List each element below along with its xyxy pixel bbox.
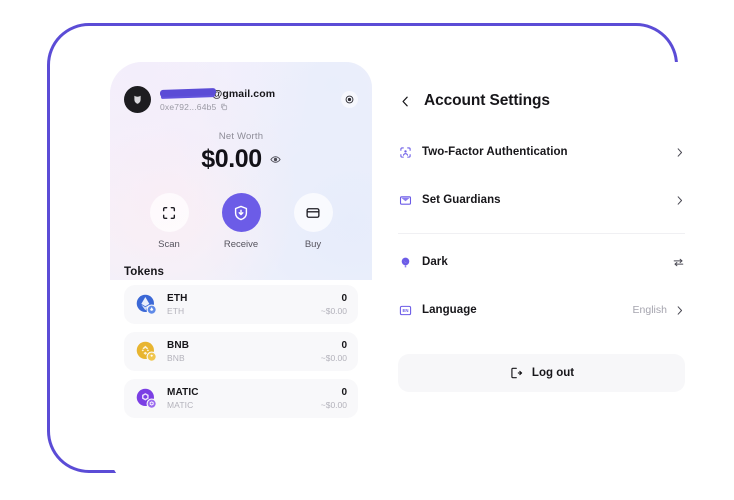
action-buy-label: Buy bbox=[304, 239, 322, 250]
token-fiat-value: ~$0.00 bbox=[320, 306, 347, 316]
device-frame: @gmail.com 0xe792...64b5 Net Worth $0.00… bbox=[47, 23, 715, 486]
account-header[interactable]: @gmail.com 0xe792...64b5 bbox=[110, 62, 372, 113]
swap-toggle-icon[interactable] bbox=[672, 256, 685, 269]
eth-token-icon bbox=[136, 294, 157, 315]
net-worth-value: $0.00 bbox=[201, 145, 262, 173]
avatar-shield-icon bbox=[134, 95, 141, 104]
token-list: ETH ETH 0 ~$0.00 BNB BNB 0 ~$0.00 MATIC … bbox=[110, 278, 372, 418]
account-email: @gmail.com bbox=[160, 88, 341, 100]
token-fiat-value: ~$0.00 bbox=[320, 400, 347, 410]
chevron-left-icon bbox=[401, 96, 408, 106]
email-redaction-mark bbox=[160, 87, 216, 97]
action-buy-button[interactable] bbox=[293, 193, 333, 232]
quick-actions: Scan Receive Buy bbox=[110, 193, 372, 250]
setting-label: Two-Factor Authentication bbox=[422, 146, 568, 158]
action-buy[interactable]: Buy bbox=[289, 193, 337, 250]
action-receive[interactable]: Receive bbox=[217, 193, 265, 250]
token-balance: 0 bbox=[341, 387, 347, 398]
svg-text:EN: EN bbox=[402, 308, 408, 313]
logout-label: Log out bbox=[531, 367, 575, 379]
token-symbol: MATIC bbox=[167, 387, 199, 398]
action-receive-button[interactable] bbox=[221, 193, 261, 232]
matic-token-icon bbox=[136, 388, 157, 409]
action-scan-button[interactable] bbox=[149, 193, 189, 232]
logout-button[interactable]: Log out bbox=[398, 354, 685, 392]
token-symbol: BNB bbox=[167, 340, 190, 351]
face-scan-icon bbox=[398, 145, 412, 159]
language-en-icon: EN bbox=[398, 303, 412, 317]
token-row[interactable]: ETH ETH 0 ~$0.00 bbox=[124, 285, 358, 324]
setting-row-set-guardians[interactable]: Set Guardians bbox=[398, 180, 685, 220]
chevron-right-icon[interactable] bbox=[674, 147, 685, 158]
gear-icon bbox=[345, 95, 354, 104]
copy-icon[interactable] bbox=[220, 103, 228, 111]
settings-divider bbox=[398, 233, 685, 234]
setting-label: Dark bbox=[422, 256, 448, 268]
scan-qr-icon bbox=[162, 206, 176, 219]
avatar[interactable] bbox=[124, 86, 151, 113]
back-button[interactable] bbox=[398, 94, 412, 108]
receive-download-icon bbox=[234, 205, 248, 220]
setting-row-language[interactable]: EN Language English bbox=[398, 290, 685, 330]
settings-header: Account Settings bbox=[398, 92, 685, 110]
screenshot-stage: @gmail.com 0xe792...64b5 Net Worth $0.00… bbox=[0, 0, 734, 500]
setting-row-dark[interactable]: Dark bbox=[398, 242, 685, 282]
app-screen: @gmail.com 0xe792...64b5 Net Worth $0.00… bbox=[110, 62, 715, 486]
setting-label: Set Guardians bbox=[422, 194, 501, 206]
setting-row-two-factor-authentication[interactable]: Two-Factor Authentication bbox=[398, 132, 685, 172]
envelope-icon bbox=[398, 193, 412, 207]
token-balance: 0 bbox=[341, 293, 347, 304]
bnb-token-icon bbox=[136, 341, 157, 362]
token-balance: 0 bbox=[341, 340, 347, 351]
chevron-right-icon[interactable] bbox=[674, 305, 685, 316]
eye-icon[interactable] bbox=[270, 154, 281, 165]
page-title: Account Settings bbox=[424, 92, 550, 109]
action-receive-label: Receive bbox=[223, 239, 259, 250]
action-scan-label: Scan bbox=[158, 239, 180, 250]
token-name: MATIC bbox=[167, 400, 194, 410]
token-row[interactable]: MATIC MATIC 0 ~$0.00 bbox=[124, 379, 358, 418]
action-scan[interactable]: Scan bbox=[145, 193, 193, 250]
logout-icon bbox=[509, 366, 523, 380]
card-icon bbox=[306, 207, 320, 218]
moon-icon bbox=[398, 255, 412, 269]
wallet-address-text: 0xe792...64b5 bbox=[160, 101, 217, 112]
setting-label: Language bbox=[422, 304, 477, 316]
token-name: BNB bbox=[167, 353, 185, 363]
tokens-section-title: Tokens bbox=[124, 266, 165, 278]
setting-value-language: English bbox=[632, 304, 667, 316]
net-worth-block: Net Worth $0.00 bbox=[110, 131, 372, 174]
wallet-address-row[interactable]: 0xe792...64b5 bbox=[160, 102, 341, 112]
token-row[interactable]: BNB BNB 0 ~$0.00 bbox=[124, 332, 358, 371]
chevron-right-icon[interactable] bbox=[674, 195, 685, 206]
token-symbol: ETH bbox=[167, 293, 188, 304]
wallet-panel: @gmail.com 0xe792...64b5 Net Worth $0.00… bbox=[110, 62, 372, 473]
account-settings-panel: Account Settings Two-Factor Authenticati… bbox=[372, 62, 715, 486]
token-fiat-value: ~$0.00 bbox=[320, 353, 347, 363]
net-worth-label: Net Worth bbox=[218, 131, 264, 142]
token-name: ETH bbox=[167, 306, 185, 316]
settings-gear-button[interactable] bbox=[341, 91, 358, 108]
